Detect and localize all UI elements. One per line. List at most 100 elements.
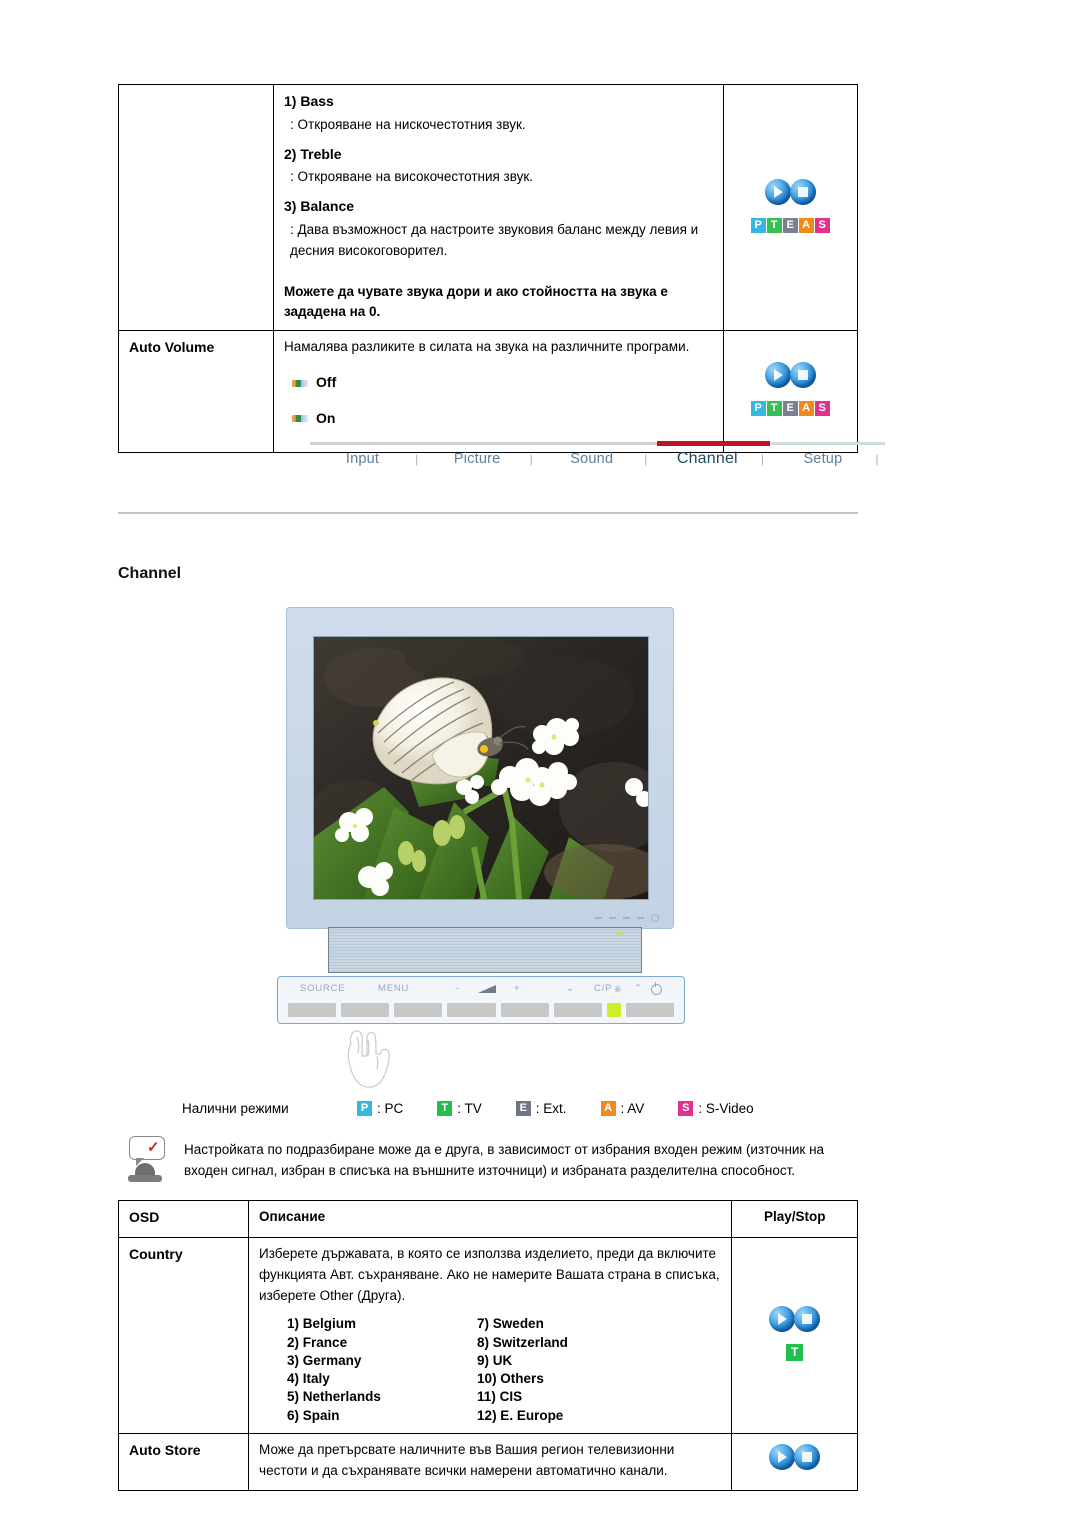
play-stop-cell: T	[731, 1236, 858, 1434]
button-source[interactable]	[288, 1003, 337, 1017]
play-icon	[768, 1305, 795, 1332]
control-panel-buttons	[288, 1003, 674, 1017]
table-header-row: OSD Описание Play/Stop	[117, 1200, 858, 1238]
mode-tv: T : TV	[437, 1100, 482, 1116]
note-icon: ✓	[118, 1136, 170, 1184]
osd-label: Auto Volume	[129, 339, 215, 356]
table-row: 1) Bass : Открояване на нискочестотния з…	[117, 83, 858, 332]
nav-rail-segment	[770, 442, 885, 445]
button-channel-down[interactable]	[500, 1003, 549, 1017]
mode-badge-e: E	[515, 1100, 531, 1116]
tab-channel[interactable]: Channel	[654, 450, 761, 468]
mode-badge-t: T	[766, 217, 782, 233]
description-cell: Може да претърсвате наличните във Вашия …	[248, 1432, 733, 1491]
butterfly-photo	[314, 637, 648, 899]
table-row: Auto Store Може да претърсвате наличните…	[117, 1432, 858, 1491]
nav-tabs: Input | Picture | Sound | Channel | Setu…	[310, 450, 885, 468]
volume-icon	[478, 985, 496, 996]
mode-label-av: : AV	[620, 1100, 645, 1116]
nav-separator: |	[415, 452, 419, 466]
button-minus[interactable]	[394, 1003, 443, 1017]
monitor-illustration: SOURCE MENU - + ⌄ C/P ⎈ ⌃	[277, 607, 685, 1037]
button-channel-up[interactable]	[553, 1003, 602, 1017]
monitor-bezel	[286, 607, 674, 929]
mode-badge-p: P	[357, 1100, 372, 1116]
mode-pc: P : PC	[357, 1100, 403, 1116]
header-play-stop: Play/Stop	[731, 1200, 858, 1238]
mode-av: A : AV	[600, 1100, 645, 1116]
control-mark	[637, 917, 644, 919]
play-icon	[768, 1444, 795, 1471]
button-label-minus: -	[456, 983, 460, 994]
button-menu[interactable]	[341, 1003, 390, 1017]
sound-settings-table: 1) Bass : Открояване на нискочестотния з…	[117, 83, 858, 453]
header-osd: OSD	[117, 1200, 250, 1238]
list-item: 6) Spain	[287, 1407, 340, 1423]
item-bass-desc: : Открояване на нискочестотния звук.	[290, 116, 526, 132]
page-title: Channel	[118, 565, 182, 582]
mode-badge-a: A	[798, 401, 814, 417]
available-modes-label: Налични режими	[182, 1100, 289, 1116]
list-item: 2) France	[287, 1334, 348, 1350]
button-label-plus: +	[514, 983, 521, 994]
item-bass-head: 1) Bass	[284, 93, 334, 109]
note-icon-base	[128, 1175, 162, 1182]
document-page: 1) Bass : Открояване на нискочестотния з…	[0, 0, 1080, 1528]
play-stop-icon	[768, 1305, 821, 1332]
tab-input[interactable]: Input	[310, 451, 415, 467]
play-icon	[764, 178, 791, 205]
pteas-badge: P T E A S	[750, 401, 831, 417]
list-item: 1) Belgium	[287, 1316, 357, 1332]
option-label: On	[316, 409, 336, 426]
description-cell: Изберете държавата, в която се използва …	[248, 1236, 733, 1434]
tab-setup[interactable]: Setup	[770, 451, 875, 467]
country-desc: Изберете държавата, в която се използва …	[259, 1245, 720, 1303]
nav-separator: |	[529, 452, 533, 466]
nav-separator: |	[644, 452, 648, 466]
list-item: 7) Sweden	[477, 1316, 544, 1332]
mode-badge-t: T	[786, 1343, 804, 1361]
bullet-icon	[292, 379, 309, 387]
monitor-stand-neck	[328, 927, 642, 973]
mode-badge-s: S	[678, 1100, 694, 1116]
stop-icon	[789, 362, 816, 389]
stop-icon	[789, 178, 816, 205]
mode-badge-e: E	[782, 401, 798, 417]
play-icon	[764, 362, 791, 389]
tab-sound[interactable]: Sound	[539, 451, 644, 467]
button-power[interactable]	[625, 1003, 674, 1017]
list-item: 10) Others	[477, 1371, 544, 1387]
option-label: Off	[316, 374, 337, 391]
mode-label-tv: : TV	[457, 1100, 482, 1116]
control-mark	[609, 917, 616, 919]
tab-picture[interactable]: Picture	[425, 451, 530, 467]
section-nav: Input | Picture | Sound | Channel | Setu…	[310, 441, 885, 482]
play-stop-cell	[731, 1432, 858, 1491]
item-balance-desc: : Дава възможност да настроите звуковия …	[290, 221, 699, 258]
mode-badge-t: T	[766, 401, 782, 417]
list-item: 11) CIS	[477, 1389, 523, 1405]
mode-badge-s: S	[814, 401, 830, 417]
bullet-icon	[292, 415, 309, 423]
header-description: Описание	[248, 1200, 733, 1238]
list-item: 8) Switzerland	[477, 1334, 568, 1350]
country-column-right: 7) Sweden 8) Switzerland 9) UK 10) Other…	[477, 1315, 667, 1424]
monitor-controls-row	[595, 914, 659, 922]
speech-bubble-icon: ✓	[129, 1136, 165, 1166]
available-modes-row: Налични режими P : PC T : TV E : Ext. A …	[182, 1097, 882, 1119]
chevron-down-icon: ⌄	[566, 983, 575, 994]
button-plus[interactable]	[447, 1003, 496, 1017]
stop-icon	[793, 1305, 820, 1332]
hand-cursor-icon	[347, 1030, 390, 1088]
mode-badge-s: S	[814, 217, 830, 233]
power-led	[617, 932, 621, 936]
option-on: On	[292, 408, 713, 430]
osd-cell	[117, 83, 275, 332]
button-label-menu: MENU	[378, 983, 410, 994]
osd-cell-auto-store: Auto Store	[117, 1432, 250, 1491]
description-cell: 1) Bass : Открояване на нискочестотния з…	[273, 83, 725, 332]
mode-badge-t: T	[437, 1100, 453, 1116]
mode-badge-a: A	[600, 1100, 616, 1116]
power-icon[interactable]	[651, 982, 662, 1000]
list-item: 12) E. Europe	[477, 1407, 564, 1423]
